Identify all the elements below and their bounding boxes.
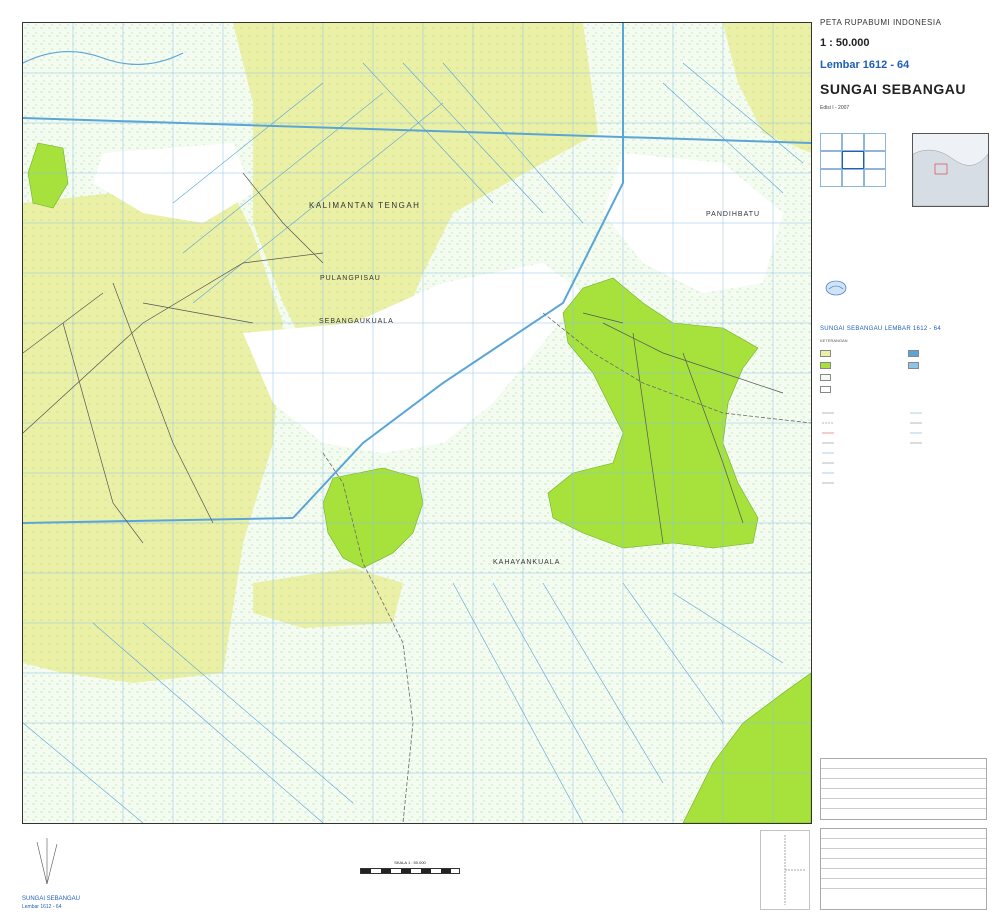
legend-row [908,350,923,357]
location-inset-map [912,133,989,207]
edition: Edisi I - 2007 [820,105,850,111]
index-cell [820,169,842,187]
label-district-pulangpisau: PULANGPISAU [320,275,381,282]
legend-row [908,362,923,369]
series-title: PETA RUPABUMI INDONESIA [820,18,942,27]
legend-symbols [822,412,922,484]
label-district-kahayankuala: KAHAYANKUALA [493,559,561,566]
legend-row [820,386,835,393]
label-district-pandihbatu: PANDIHBATU [706,211,761,218]
table-row [821,859,986,869]
legend: KETERANGAN [820,338,990,658]
admin-diagram [760,830,810,910]
legend-header: SUNGAI SEBANGAU LEMBAR 1612 - 64 [820,326,941,332]
bottom-margin: SUNGAI SEBANGAU Lembar 1612 - 64 [22,828,322,918]
side-panel: PETA RUPABUMI INDONESIA 1 : 50.000 Lemba… [820,18,990,913]
index-cell [864,133,886,151]
map-canvas [23,23,811,823]
info-table-2 [820,828,987,910]
legend-row [820,374,835,381]
sheet-index-grid [820,133,910,208]
index-cell [842,133,864,151]
label-province: KALIMANTAN TENGAH [309,201,421,210]
north-arrow-diagram [36,838,58,885]
scale-text: SKALA 1 : 50.000 [394,860,426,865]
bottom-sheet-number: Lembar 1612 - 64 [22,904,62,910]
legend-row [820,350,835,357]
table-row [821,829,986,839]
table-row [821,789,986,799]
table-row [821,839,986,849]
table-row [821,869,986,879]
label-district-sebangaukuala: SEBANGAUKUALA [319,318,394,325]
info-table-1 [820,758,987,820]
sheet-name: SUNGAI SEBANGAU [820,81,966,97]
map-sheet: KALIMANTAN TENGAH PULANGPISAU SEBANGAUKU… [0,0,1000,922]
table-row [821,779,986,789]
map-frame: KALIMANTAN TENGAH PULANGPISAU SEBANGAUKU… [22,22,812,824]
legend-title: KETERANGAN [820,338,848,343]
scale-block: SKALA 1 : 50.000 [360,860,460,874]
legend-row [820,362,835,369]
index-cell [842,169,864,187]
table-row [821,799,986,809]
index-cell [820,133,842,151]
inset-coastline [912,134,989,207]
bottom-sheet-name: SUNGAI SEBANGAU [22,896,81,902]
map-scale: 1 : 50.000 [820,37,870,49]
table-row [821,849,986,859]
table-row [821,769,986,779]
index-cell-current [842,151,864,169]
index-cell [864,169,886,187]
bakosurtanal-logo [825,280,847,296]
table-row [821,759,986,769]
index-cell [820,151,842,169]
scale-bar [360,868,460,874]
table-row [821,879,986,889]
index-cell [864,151,886,169]
sheet-number: Lembar 1612 - 64 [820,59,910,71]
